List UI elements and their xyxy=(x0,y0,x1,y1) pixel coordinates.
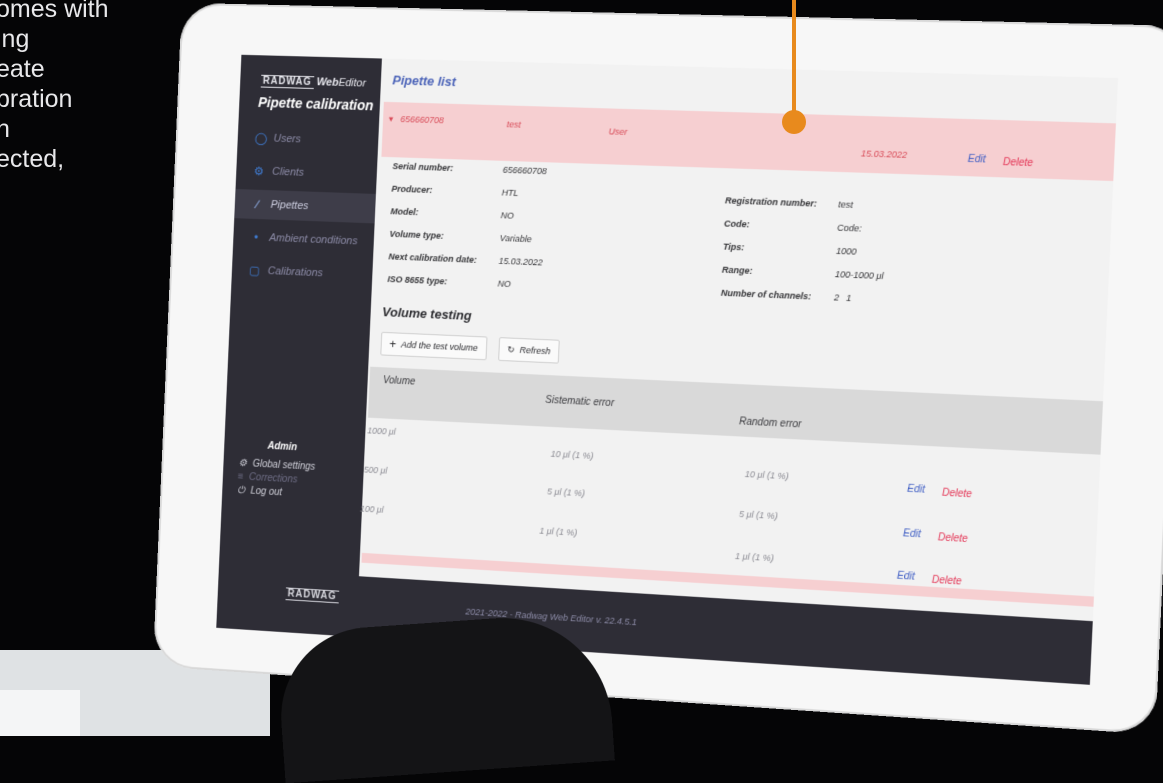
callout-dot xyxy=(782,110,806,134)
iso-label: ISO 8655 type: xyxy=(387,274,448,287)
app-title: Pipette calibration xyxy=(257,94,374,114)
refresh-icon: ↻ xyxy=(507,343,516,355)
corrections-link[interactable]: ≡ Corrections xyxy=(238,471,315,486)
brand-editor: Editor xyxy=(338,76,367,90)
pipette-icon: ∕ xyxy=(256,197,259,212)
record-date: 15.03.2022 xyxy=(860,148,908,160)
producer-value: HTL xyxy=(501,187,519,199)
sidebar-item-users[interactable]: ◯ Users xyxy=(237,123,379,157)
power-icon: ⏻ xyxy=(237,485,246,497)
record-delete-button[interactable]: Delete xyxy=(1003,157,1034,169)
pipette-details: Serial number: 656660708 Producer: HTL R… xyxy=(383,161,1113,327)
sidebar-item-label: Ambient conditions xyxy=(268,232,358,248)
refresh-button[interactable]: ↻ Refresh xyxy=(498,337,560,364)
serial-value: 656660708 xyxy=(502,164,547,177)
promo-text: omes with ing eate bration h ected, xyxy=(0,0,166,174)
registration-label: Registration number: xyxy=(724,195,818,209)
tips-label: Tips: xyxy=(722,241,745,253)
promo-line: bration xyxy=(0,85,73,113)
clients-icon: ⚙ xyxy=(253,164,265,179)
serial-label: Serial number: xyxy=(392,161,454,174)
sidebar-item-ambient-conditions[interactable]: • Ambient conditions xyxy=(233,222,375,257)
model-value: NO xyxy=(500,210,515,221)
next-calibration-value: 15.03.2022 xyxy=(498,255,543,268)
promo-line: ected, xyxy=(0,145,65,173)
channels-extra: 1 xyxy=(845,292,852,304)
corrections-label: Corrections xyxy=(248,472,298,486)
range-label: Range: xyxy=(721,264,753,276)
row-random-error: 5 μl (1 %) xyxy=(738,508,778,522)
column-volume: Volume xyxy=(382,375,416,388)
sidebar-item-clients[interactable]: ⚙ Clients xyxy=(236,156,378,190)
footer-logo: RADWAG xyxy=(285,587,339,604)
model-label: Model: xyxy=(390,206,419,218)
calibration-icon: ▢ xyxy=(248,263,261,278)
row-volume: 100 μl xyxy=(359,503,384,515)
promo-line: eate xyxy=(0,55,45,83)
column-random-error: Random error xyxy=(738,416,802,431)
row-systematic-error: 10 μl (1 %) xyxy=(550,448,594,461)
range-value: 100-1000 μl xyxy=(834,269,884,282)
global-settings-link[interactable]: ⚙ Global settings xyxy=(238,458,315,473)
main-content: Pipette list ▾ 656660708 test User 15.03… xyxy=(360,59,1119,621)
row-random-error: 1 μl (1 %) xyxy=(734,550,775,564)
row-systematic-error: 5 μl (1 %) xyxy=(546,486,586,499)
global-settings-label: Global settings xyxy=(252,458,316,473)
record-edit-button[interactable]: Edit xyxy=(968,154,986,166)
desk-object xyxy=(0,690,80,736)
row-systematic-error: 1 μl (1 %) xyxy=(539,525,578,538)
refresh-label: Refresh xyxy=(519,344,551,357)
row-edit-button[interactable]: Edit xyxy=(897,571,915,583)
sidebar-item-label: Calibrations xyxy=(267,265,324,280)
iso-value: NO xyxy=(497,278,512,290)
gear-icon: ⚙ xyxy=(238,457,248,470)
row-random-error: 10 μl (1 %) xyxy=(744,468,789,482)
logout-label: Log out xyxy=(250,485,283,499)
registration-value: test xyxy=(838,199,854,210)
brand-logo: RADWAG WebEditor xyxy=(260,74,367,91)
page-title: Pipette list xyxy=(392,72,457,90)
record-user: User xyxy=(608,126,628,137)
sidebar-item-label: Clients xyxy=(271,165,305,179)
row-volume: 1000 μl xyxy=(367,425,396,437)
producer-label: Producer: xyxy=(391,183,433,195)
volume-type-label: Volume type: xyxy=(389,228,444,241)
sidebar: RADWAG WebEditor Pipette calibration ◯ U… xyxy=(218,54,382,577)
thermometer-icon: • xyxy=(253,230,259,245)
sidebar-item-label: Users xyxy=(273,132,302,146)
logout-link[interactable]: ⏻ Log out xyxy=(237,485,314,500)
row-delete-button[interactable]: Delete xyxy=(932,575,962,588)
brand-web: Web xyxy=(316,76,339,89)
tablet-device: RADWAG WebEditor Pipette calibration ◯ U… xyxy=(152,2,1163,735)
promo-line: ing xyxy=(0,25,30,53)
sliders-icon: ≡ xyxy=(237,471,244,483)
sidebar-nav: ◯ Users ⚙ Clients ∕ Pipettes • Ambient c… xyxy=(231,123,379,294)
app-screen: RADWAG WebEditor Pipette calibration ◯ U… xyxy=(216,54,1119,685)
column-systematic-error: Sistematic error xyxy=(545,394,615,410)
add-test-volume-button[interactable]: + Add the test volume xyxy=(380,331,488,361)
brand-mark: RADWAG xyxy=(260,74,314,89)
record-serial: 656660708 xyxy=(400,114,445,126)
volume-type-value: Variable xyxy=(499,233,532,245)
sidebar-item-calibrations[interactable]: ▢ Calibrations xyxy=(231,255,373,290)
sidebar-item-label: Pipettes xyxy=(270,199,309,213)
promo-line: omes with xyxy=(0,0,109,23)
callout-line xyxy=(792,0,796,118)
plus-icon: + xyxy=(389,337,397,352)
admin-label: Admin xyxy=(267,440,298,454)
volume-testing-title: Volume testing xyxy=(381,304,472,323)
row-volume: 500 μl xyxy=(363,464,388,476)
channels-value: 2 xyxy=(833,292,840,303)
tips-value: 1000 xyxy=(835,245,857,257)
code-value: Code: xyxy=(836,222,862,234)
user-icon: ◯ xyxy=(254,131,268,146)
promo-line: h xyxy=(0,115,10,143)
collapse-chevron-icon[interactable]: ▾ xyxy=(389,114,394,125)
sidebar-account: Admin ⚙ Global settings ≡ Corrections ⏻ … xyxy=(237,439,316,503)
add-test-volume-label: Add the test volume xyxy=(400,339,479,353)
record-name: test xyxy=(506,119,522,130)
sidebar-item-pipettes[interactable]: ∕ Pipettes xyxy=(234,188,376,224)
code-label: Code: xyxy=(723,218,750,230)
next-calibration-label: Next calibration date: xyxy=(388,251,478,265)
